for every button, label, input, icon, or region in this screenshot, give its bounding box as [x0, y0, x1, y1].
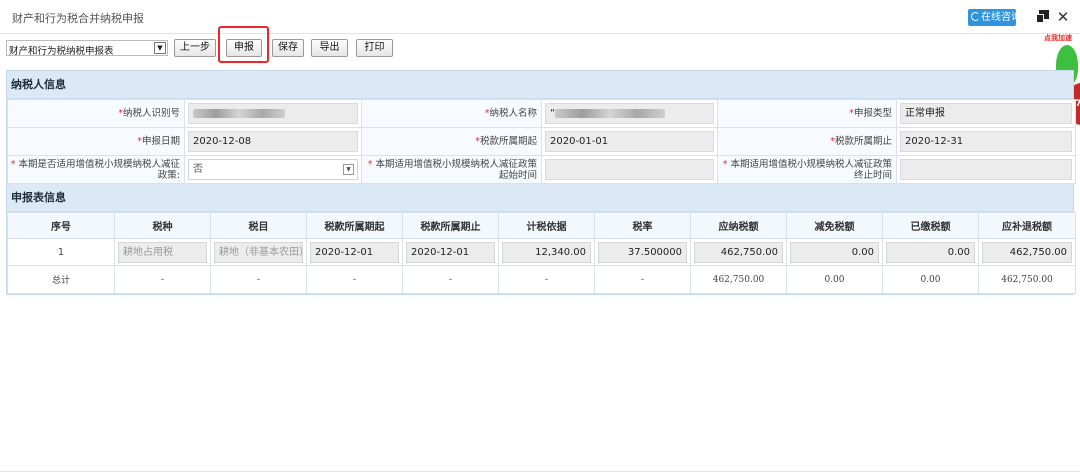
- declaration-type-label: *申报类型: [717, 99, 897, 128]
- total-start: -: [306, 265, 403, 294]
- col-header-paid: 已缴税额: [882, 212, 979, 239]
- taxpayer-name-label: *纳税人名称: [361, 99, 542, 128]
- payable-field[interactable]: 462,750.00: [694, 241, 783, 263]
- total-due: 462,750.00: [978, 265, 1076, 294]
- col-header-no: 序号: [7, 212, 115, 239]
- declaration-type-field[interactable]: 正常申报: [900, 103, 1072, 124]
- taxpayer-id-field[interactable]: [188, 103, 358, 124]
- reduction-policy-label: * 本期是否适用增值税小规模纳税人减征政策:: [7, 155, 185, 184]
- chevron-down-icon[interactable]: ▼: [343, 164, 354, 175]
- speedup-label: 点我加速: [1044, 34, 1072, 42]
- declare-button-highlight: [218, 26, 269, 63]
- close-icon[interactable]: ✕: [1056, 10, 1070, 25]
- total-row: 总计 - - - - - - 462,750.00 0.00 0.00 462,…: [7, 265, 1076, 294]
- rate-field[interactable]: 37.500000: [598, 241, 687, 263]
- redacted-name: [555, 108, 666, 118]
- policy-end-field[interactable]: [900, 159, 1072, 180]
- col-header-tax-type: 税种: [114, 212, 211, 239]
- declaration-section-title: 申报表信息: [7, 184, 1073, 212]
- declaration-date-field[interactable]: 2020-12-08: [188, 131, 358, 152]
- paid-field[interactable]: 0.00: [886, 241, 975, 263]
- export-button[interactable]: 导出: [311, 39, 348, 57]
- print-button[interactable]: 打印: [356, 39, 393, 57]
- total-label: 总计: [7, 265, 115, 294]
- headset-icon: [971, 12, 980, 21]
- declaration-table: 序号 税种 税目 税款所属期起 税款所属期止 计税依据 税率 应纳税额 减免税额…: [7, 212, 1076, 294]
- save-button[interactable]: 保存: [272, 39, 304, 57]
- col-header-period-start: 税款所属期起: [306, 212, 403, 239]
- col-header-due: 应补退税额: [978, 212, 1076, 239]
- total-rate: -: [594, 265, 691, 294]
- total-reduction: 0.00: [786, 265, 883, 294]
- redacted-id: [193, 108, 285, 118]
- declaration-date-label: *申报日期: [7, 127, 185, 156]
- basis-field[interactable]: 12,340.00: [502, 241, 591, 263]
- declaration-form: 纳税人信息 *纳税人识别号 *纳税人名称 “ *申报类型 正常申报 *申报日期 …: [6, 70, 1076, 295]
- taxpayer-name-field[interactable]: “: [545, 103, 714, 124]
- due-field[interactable]: 462,750.00: [982, 241, 1072, 263]
- taxpayer-info-table: *纳税人识别号 *纳税人名称 “ *申报类型 正常申报 *申报日期 2020-1…: [7, 99, 1076, 184]
- online-consult-button[interactable]: 在线咨询: [968, 9, 1021, 26]
- period-end-label: *税款所属期止: [717, 127, 897, 156]
- total-tax-type: -: [114, 265, 211, 294]
- total-end: -: [402, 265, 499, 294]
- reduction-policy-value: 否: [193, 164, 203, 175]
- col-header-rate: 税率: [594, 212, 691, 239]
- bottom-divider: [0, 471, 1080, 472]
- tax-type-field[interactable]: 耕地占用税: [118, 241, 207, 263]
- policy-start-label: * 本期适用增值税小规模纳税人减征政策起始时间: [361, 155, 542, 184]
- reduction-field[interactable]: 0.00: [790, 241, 879, 263]
- restore-window-icon[interactable]: [1036, 10, 1050, 24]
- online-consult-label: 在线咨询: [981, 12, 1021, 23]
- col-header-item: 税目: [210, 212, 307, 239]
- period-end-field[interactable]: 2020-12-31: [900, 131, 1072, 152]
- period-start-field[interactable]: 2020-01-01: [545, 131, 714, 152]
- table-header-row: 序号 税种 税目 税款所属期起 税款所属期止 计税依据 税率 应纳税额 减免税额…: [7, 212, 1076, 239]
- col-header-reduction: 减免税额: [786, 212, 883, 239]
- policy-start-field[interactable]: [545, 159, 714, 180]
- table-row: 1 耕地占用税 耕地（非基本农田） 2020-12-01 2020-12-01 …: [7, 238, 1076, 266]
- window-title: 财产和行为税合并纳税申报: [12, 12, 144, 25]
- total-paid: 0.00: [882, 265, 979, 294]
- report-type-select[interactable]: 财产和行为税纳税申报表 ▼: [6, 40, 168, 57]
- policy-end-label: * 本期适用增值税小规模纳税人减征政策终止时间: [717, 155, 897, 184]
- title-bar: 财产和行为税合并纳税申报 在线咨询 ✕: [0, 0, 1080, 34]
- report-type-value: 财产和行为税纳税申报表: [9, 46, 114, 57]
- col-header-payable: 应纳税额: [690, 212, 787, 239]
- total-payable: 462,750.00: [690, 265, 787, 294]
- taxpayer-id-label: *纳税人识别号: [7, 99, 185, 128]
- period-start-label: *税款所属期起: [361, 127, 542, 156]
- taxpayer-section-title: 纳税人信息: [7, 71, 1073, 99]
- col-header-period-end: 税款所属期止: [402, 212, 499, 239]
- total-item: -: [210, 265, 307, 294]
- total-basis: -: [498, 265, 595, 294]
- reduction-policy-select[interactable]: 否 ▼: [188, 159, 358, 180]
- previous-step-button[interactable]: 上一步: [174, 39, 216, 57]
- tax-item-field[interactable]: 耕地（非基本农田）: [214, 241, 303, 263]
- row-no: 1: [7, 238, 115, 266]
- row-period-end-field[interactable]: 2020-12-01: [406, 241, 495, 263]
- col-header-basis: 计税依据: [498, 212, 595, 239]
- row-period-start-field[interactable]: 2020-12-01: [310, 241, 399, 263]
- chevron-down-icon[interactable]: ▼: [154, 42, 166, 54]
- toolbar: 财产和行为税纳税申报表 ▼ 上一步 申报 保存 导出 打印: [0, 34, 1080, 62]
